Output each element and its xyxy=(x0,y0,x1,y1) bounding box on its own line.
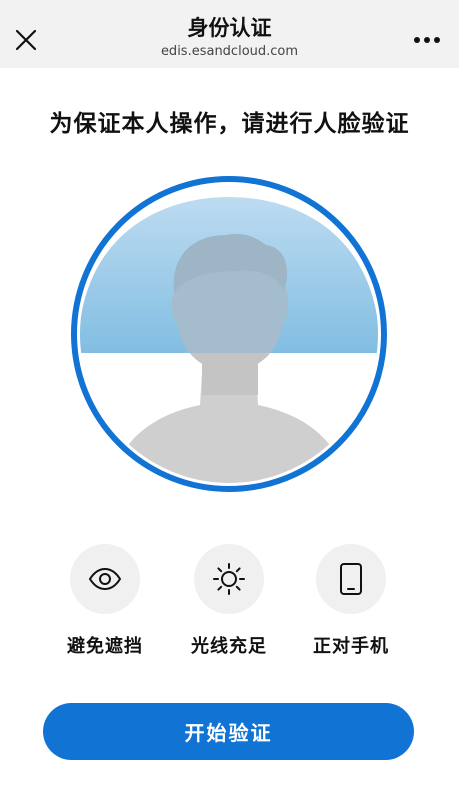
eye-icon xyxy=(88,568,122,590)
tips-row: 避免遮挡 光线充足 正对手机 xyxy=(0,544,459,664)
tip-item-no-occlusion: 避免遮挡 xyxy=(50,544,160,658)
top-bar: 身份认证 edis.esandcloud.com xyxy=(0,0,459,68)
instruction-headline: 为保证本人操作，请进行人脸验证 xyxy=(49,111,410,137)
phone-icon xyxy=(340,563,362,595)
tip-item-good-lighting: 光线充足 xyxy=(174,544,284,658)
tip-icon-circle xyxy=(194,544,264,614)
page-title: 身份认证 xyxy=(187,16,272,40)
close-button[interactable] xyxy=(10,24,42,56)
tip-icon-circle xyxy=(316,544,386,614)
title-area: 身份认证 edis.esandcloud.com xyxy=(80,14,379,60)
tip-label: 避免遮挡 xyxy=(67,636,143,657)
more-dots-icon xyxy=(414,37,440,43)
more-button[interactable] xyxy=(409,26,445,54)
sun-icon xyxy=(213,563,245,595)
tip-label: 正对手机 xyxy=(313,636,389,657)
close-icon xyxy=(15,29,37,51)
start-verification-button[interactable]: 开始验证 xyxy=(43,703,414,760)
tip-label: 光线充足 xyxy=(191,636,267,657)
tip-icon-circle xyxy=(70,544,140,614)
tip-item-face-phone: 正对手机 xyxy=(296,544,406,658)
face-silhouette-icon xyxy=(71,176,387,492)
page-domain: edis.esandcloud.com xyxy=(160,44,299,59)
face-capture-frame xyxy=(70,175,388,493)
